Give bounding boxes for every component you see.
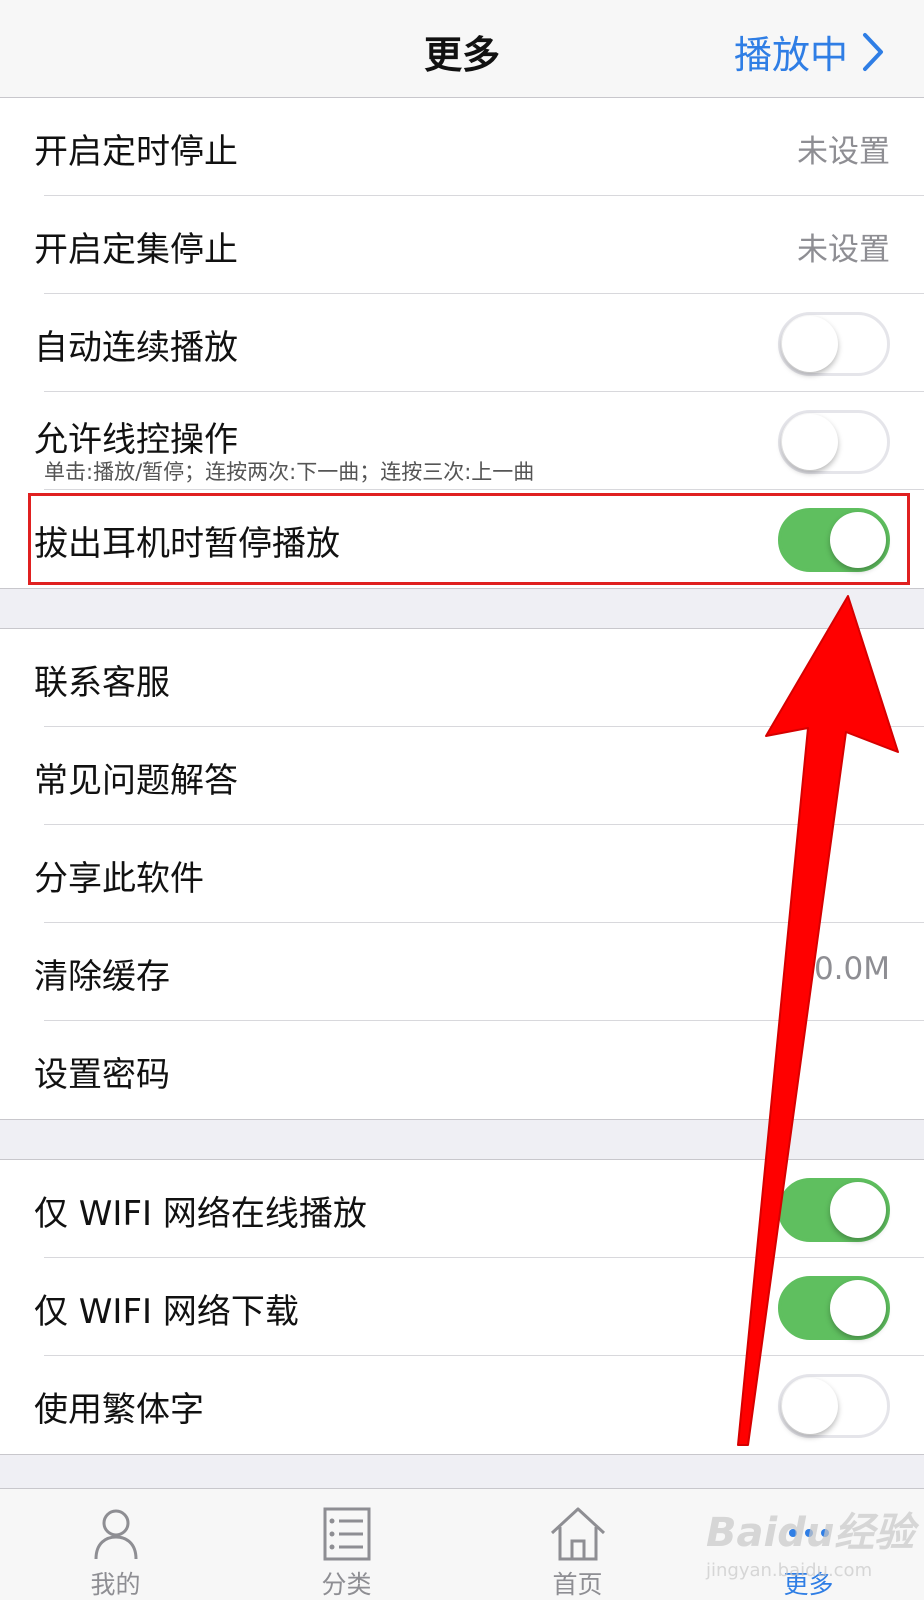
headphone-pause-label: 拔出耳机时暂停播放 [34, 524, 340, 564]
chevron-right-icon [863, 32, 883, 71]
faq-label: 常见问题解答 [34, 761, 238, 801]
tab-bar: 我的 分类 首页 更多 [0, 1488, 924, 1600]
autoplay-row: 自动连续播放 [0, 294, 924, 392]
autoplay-toggle[interactable] [778, 312, 890, 376]
episode-stop-row[interactable]: 开启定集停止 未设置 [0, 196, 924, 294]
share-app-row[interactable]: 分享此软件 [0, 825, 924, 923]
tab-mine[interactable]: 我的 [0, 1489, 231, 1600]
wifi-online-toggle[interactable] [778, 1178, 890, 1242]
tab-category[interactable]: 分类 [231, 1489, 462, 1600]
set-password-row[interactable]: 设置密码 [0, 1021, 924, 1119]
tab-category-label: 分类 [321, 1570, 372, 1599]
autoplay-label: 自动连续播放 [34, 328, 238, 368]
share-app-label: 分享此软件 [34, 859, 204, 899]
tab-home-label: 首页 [552, 1570, 603, 1599]
tab-more[interactable]: 更多 [693, 1489, 924, 1600]
headphone-pause-row: 拔出耳机时暂停播放 [0, 490, 924, 588]
home-icon [550, 1507, 605, 1561]
wifi-download-label: 仅 WIFI 网络下载 [34, 1292, 299, 1332]
person-icon [94, 1509, 137, 1560]
navigation-bar: 更多 播放中 [0, 0, 924, 99]
network-group: 仅 WIFI 网络在线播放 仅 WIFI 网络下载 使用繁体字 [0, 1159, 924, 1455]
wifi-online-label: 仅 WIFI 网络在线播放 [34, 1194, 367, 1234]
timer-stop-value: 未设置 [797, 134, 890, 170]
faq-row[interactable]: 常见问题解答 [0, 727, 924, 825]
tab-more-label: 更多 [783, 1570, 834, 1599]
clear-cache-label: 清除缓存 [34, 957, 170, 997]
tab-mine-label: 我的 [90, 1570, 141, 1599]
episode-stop-label: 开启定集停止 [34, 230, 238, 270]
more-icon [788, 1529, 829, 1537]
now-playing-button[interactable]: 播放中 [734, 24, 884, 79]
contact-support-row[interactable]: 联系客服 [0, 629, 924, 727]
support-group: 联系客服 常见问题解答 分享此软件 清除缓存 0.0M 设置密码 [0, 628, 924, 1120]
traditional-chinese-label: 使用繁体字 [34, 1390, 204, 1430]
playback-settings-group: 开启定时停止 未设置 开启定集停止 未设置 自动连续播放 允许线控操作 单击:播… [0, 97, 924, 589]
traditional-chinese-row: 使用繁体字 [0, 1356, 924, 1454]
list-icon [323, 1507, 370, 1561]
traditional-chinese-toggle[interactable] [778, 1374, 890, 1438]
wire-control-row: 允许线控操作 单击:播放/暂停；连按两次:下一曲；连按三次:上一曲 [0, 392, 924, 490]
wifi-online-row: 仅 WIFI 网络在线播放 [0, 1160, 924, 1258]
clear-cache-row[interactable]: 清除缓存 0.0M [0, 923, 924, 1021]
wifi-download-row: 仅 WIFI 网络下载 [0, 1258, 924, 1356]
wifi-download-toggle[interactable] [778, 1276, 890, 1340]
wire-control-toggle[interactable] [778, 410, 890, 474]
now-playing-label: 播放中 [733, 33, 848, 77]
timer-stop-label: 开启定时停止 [34, 132, 238, 172]
set-password-label: 设置密码 [34, 1055, 170, 1095]
episode-stop-value: 未设置 [797, 232, 890, 268]
wire-control-label: 允许线控操作 [34, 420, 238, 460]
tab-home[interactable]: 首页 [462, 1489, 693, 1600]
wire-control-hint: 单击:播放/暂停；连按两次:下一曲；连按三次:上一曲 [44, 460, 535, 484]
timer-stop-row[interactable]: 开启定时停止 未设置 [0, 98, 924, 196]
cache-size-value: 0.0M [813, 951, 890, 987]
headphone-pause-toggle[interactable] [778, 508, 890, 572]
contact-support-label: 联系客服 [34, 663, 170, 703]
